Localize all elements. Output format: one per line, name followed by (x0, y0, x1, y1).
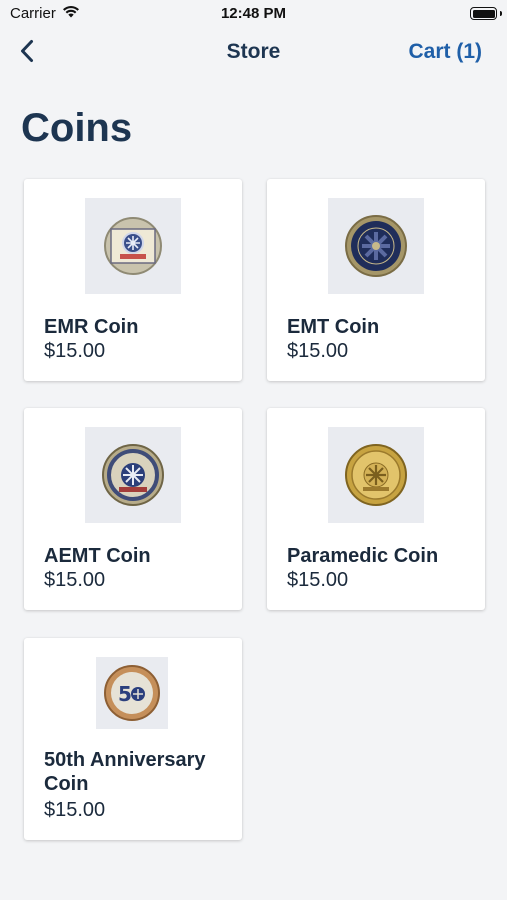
product-price: $15.00 (287, 569, 349, 591)
battery-icon (470, 7, 497, 20)
cart-button[interactable]: Cart (1) (408, 40, 482, 64)
back-button[interactable] (12, 36, 42, 66)
product-image (85, 198, 181, 294)
product-price: $15.00 (44, 799, 106, 821)
coin-icon (345, 215, 407, 277)
product-card-aemt[interactable]: AEMT Coin $15.00 (24, 408, 242, 610)
product-name: AEMT Coin (44, 545, 151, 567)
coin-icon (102, 444, 164, 506)
product-card-emr[interactable]: EMR Coin $15.00 (24, 179, 242, 381)
coin-icon: 5 (104, 665, 160, 721)
page-title: Coins (21, 106, 133, 150)
chevron-left-icon (21, 40, 33, 62)
coin-icon (345, 444, 407, 506)
product-card-emt[interactable]: EMT Coin $15.00 (267, 179, 485, 381)
svg-text:5: 5 (118, 682, 132, 706)
clock: 12:48 PM (220, 5, 287, 22)
product-card-50th-anniversary[interactable]: 5 50th Anniversary Coin $15.00 (24, 638, 242, 840)
product-image: 5 (96, 657, 168, 729)
product-price: $15.00 (44, 569, 106, 591)
product-price: $15.00 (287, 340, 349, 362)
status-bar: Carrier 12:48 PM (0, 0, 507, 28)
product-image (328, 198, 424, 294)
coin-icon (104, 217, 162, 275)
navigation-bar: Store Cart (1) (0, 30, 507, 74)
product-name: EMR Coin (44, 316, 139, 338)
product-image (85, 427, 181, 523)
product-name: EMT Coin (287, 316, 380, 338)
product-name: 50th Anniversary Coin (44, 749, 206, 795)
product-card-paramedic[interactable]: Paramedic Coin $15.00 (267, 408, 485, 610)
product-image (328, 427, 424, 523)
product-price: $15.00 (44, 340, 106, 362)
product-name: Paramedic Coin (287, 545, 439, 567)
